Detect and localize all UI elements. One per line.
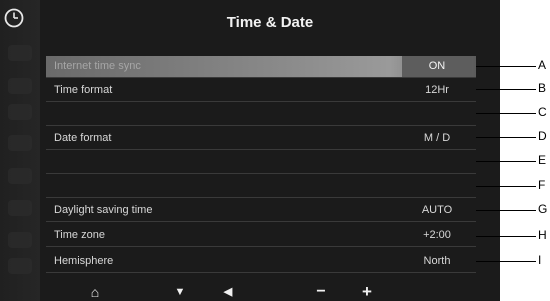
- callout-label-f: F: [538, 178, 546, 192]
- sidebar-icon-7[interactable]: [8, 232, 32, 248]
- row-value[interactable]: 12Hr: [402, 84, 472, 96]
- row-internet-time-sync[interactable]: Internet time sync ON: [46, 56, 476, 78]
- callout-label-i: I: [538, 253, 542, 267]
- sidebar-icon-5[interactable]: [8, 168, 32, 184]
- row-value[interactable]: AUTO: [402, 204, 472, 216]
- callout-line-e: [476, 161, 536, 162]
- callout-line-f: [476, 186, 536, 187]
- minus-button[interactable]: −: [310, 283, 332, 301]
- plus-button[interactable]: +: [356, 283, 378, 301]
- bottom-toolbar: ⌂ ▼ ◀ − +: [40, 283, 500, 301]
- callout-line-a: [476, 66, 536, 67]
- row-value[interactable]: North: [402, 255, 472, 267]
- row-label: Hemisphere: [54, 255, 114, 267]
- row-f[interactable]: [46, 176, 476, 198]
- clock-icon[interactable]: [3, 7, 25, 29]
- callout-label-g: G: [538, 202, 548, 216]
- callout-line-h: [476, 236, 536, 237]
- sidebar-icon-6[interactable]: [8, 200, 32, 216]
- row-time-zone[interactable]: Time zone +2:00: [46, 225, 476, 247]
- callout-line-g: [476, 210, 536, 211]
- callout-line-b: [476, 89, 536, 90]
- callout-label-b: B: [538, 81, 547, 95]
- callout-label-e: E: [538, 153, 547, 167]
- page-title: Time & Date: [226, 14, 314, 31]
- row-e[interactable]: [46, 152, 476, 174]
- left-arrow-icon[interactable]: ◀: [217, 283, 239, 301]
- sidebar-icon-8[interactable]: [8, 258, 32, 274]
- row-label: Time format: [54, 84, 113, 96]
- sidebar: [0, 0, 40, 301]
- row-daylight-saving-time[interactable]: Daylight saving time AUTO: [46, 200, 476, 222]
- callout-label-a: A: [538, 58, 547, 72]
- row-label: Date format: [54, 132, 112, 144]
- row-label: Time zone: [54, 229, 105, 241]
- sidebar-icon-3[interactable]: [8, 104, 32, 120]
- row-c[interactable]: [46, 104, 476, 126]
- callout-label-d: D: [538, 129, 547, 143]
- callout-line-c: [476, 113, 536, 114]
- callout-label-c: C: [538, 105, 547, 119]
- row-value[interactable]: M / D: [402, 132, 472, 144]
- settings-screen: Time & Date Internet time sync ON Time f…: [0, 0, 500, 301]
- row-hemisphere[interactable]: Hemisphere North: [46, 251, 476, 273]
- home-icon[interactable]: ⌂: [84, 283, 106, 301]
- row-label: Internet time sync: [54, 60, 141, 72]
- callout-line-d: [476, 137, 536, 138]
- sidebar-icon-4[interactable]: [8, 135, 32, 151]
- callout-label-h: H: [538, 228, 547, 242]
- down-arrow-icon[interactable]: ▼: [169, 283, 191, 301]
- row-value[interactable]: ON: [402, 60, 472, 72]
- row-label: Daylight saving time: [54, 204, 153, 216]
- sidebar-icon-1[interactable]: [8, 45, 32, 61]
- callout-line-i: [476, 261, 536, 262]
- row-value[interactable]: +2:00: [402, 229, 472, 241]
- row-date-format[interactable]: Date format M / D: [46, 128, 476, 150]
- sidebar-icon-2[interactable]: [8, 78, 32, 94]
- row-time-format[interactable]: Time format 12Hr: [46, 80, 476, 102]
